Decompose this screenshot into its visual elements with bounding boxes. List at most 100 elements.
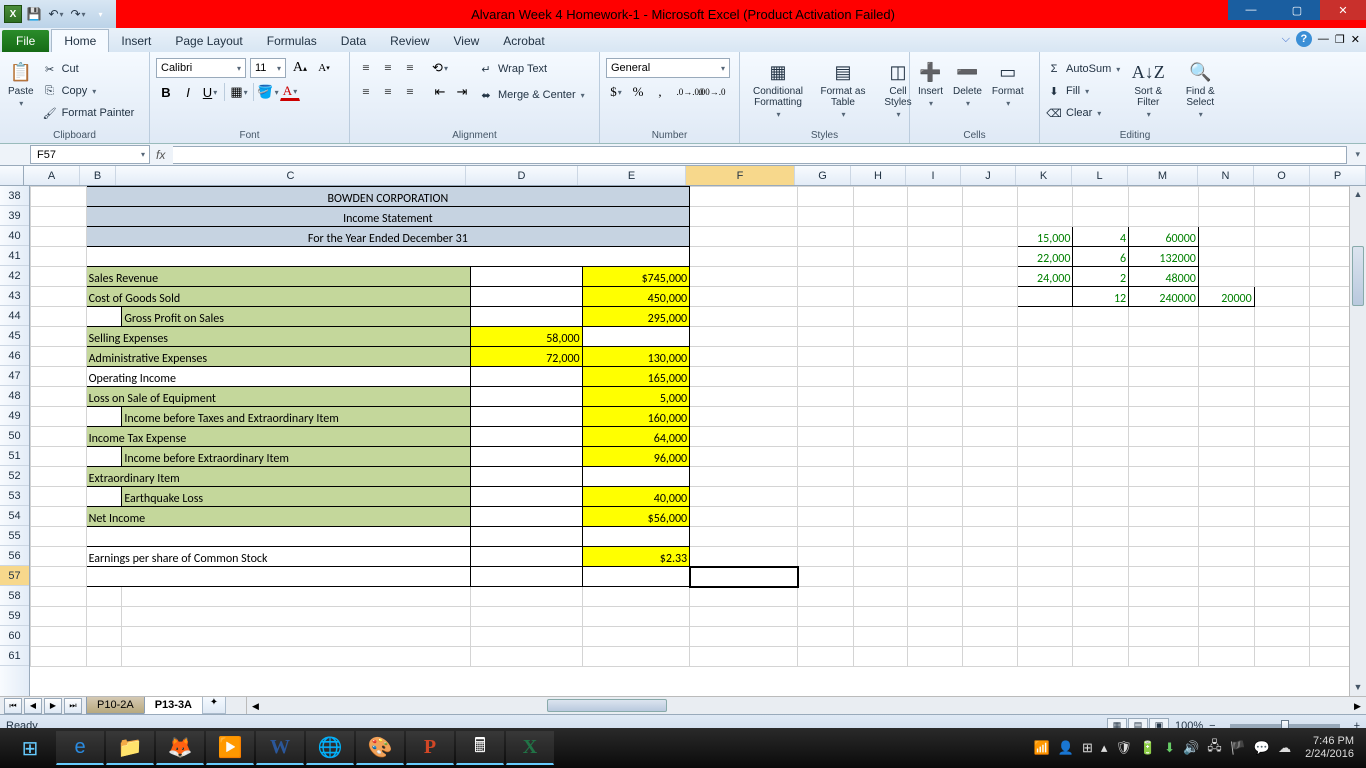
cell-N59[interactable] <box>1198 607 1254 627</box>
cell-H45[interactable] <box>853 327 908 347</box>
cell-G41[interactable] <box>798 247 854 267</box>
copy-button[interactable]: ⎘Copy▾ <box>42 80 135 102</box>
row-header-54[interactable]: 54 <box>0 506 29 526</box>
cell-G48[interactable] <box>798 387 854 407</box>
cell-J59[interactable] <box>963 607 1018 627</box>
cell-O42[interactable] <box>1254 267 1310 287</box>
cell-I44[interactable] <box>908 307 963 327</box>
cell-H42[interactable] <box>853 267 908 287</box>
cell-J45[interactable] <box>963 327 1018 347</box>
decrease-decimal-icon[interactable]: .00→.0 <box>702 82 722 102</box>
help-icon[interactable]: ? <box>1296 31 1312 47</box>
file-tab[interactable]: File <box>2 30 49 52</box>
horizontal-scrollbar[interactable]: ◀ ▶ <box>246 697 1366 714</box>
cell-D49[interactable] <box>471 407 582 427</box>
qat-customize-icon[interactable]: ▾ <box>90 4 110 24</box>
comma-format-icon[interactable]: , <box>650 82 670 102</box>
cell-A39[interactable] <box>31 207 87 227</box>
cell-M43[interactable]: 240000 <box>1129 287 1199 307</box>
cell-I51[interactable] <box>908 447 963 467</box>
sheet-prev-icon[interactable]: ◀ <box>24 698 42 714</box>
cell-F57[interactable] <box>690 567 798 587</box>
col-header-M[interactable]: M <box>1128 166 1198 185</box>
cell-E51[interactable]: 96,000 <box>582 447 690 467</box>
cell-N38[interactable] <box>1198 187 1254 207</box>
cell-K51[interactable] <box>1017 447 1073 467</box>
cell-D45[interactable]: 58,000 <box>471 327 582 347</box>
cell-J60[interactable] <box>963 627 1018 647</box>
cell-M52[interactable] <box>1129 467 1199 487</box>
cell-O61[interactable] <box>1254 647 1310 667</box>
cell-L47[interactable] <box>1073 367 1129 387</box>
taskbar-paint-icon[interactable]: 🎨 <box>356 731 404 765</box>
cell-E61[interactable] <box>582 647 690 667</box>
cell-A41[interactable] <box>31 247 87 267</box>
cell-G54[interactable] <box>798 507 854 527</box>
row-header-58[interactable]: 58 <box>0 586 29 606</box>
cell-D53[interactable] <box>471 487 582 507</box>
row-header-49[interactable]: 49 <box>0 406 29 426</box>
align-middle-icon[interactable]: ≡ <box>378 58 398 78</box>
cell-G53[interactable] <box>798 487 854 507</box>
expand-formula-bar-icon[interactable]: ▾ <box>1355 149 1360 160</box>
cell-E44[interactable]: 295,000 <box>582 307 690 327</box>
cell-N39[interactable] <box>1198 207 1254 227</box>
cell-G52[interactable] <box>798 467 854 487</box>
cell-B60[interactable] <box>86 627 122 647</box>
cell-A38[interactable] <box>31 187 87 207</box>
cell-B55[interactable] <box>86 527 471 547</box>
cell-O48[interactable] <box>1254 387 1310 407</box>
cell-L49[interactable] <box>1073 407 1129 427</box>
sort-filter-button[interactable]: A↓ZSort & Filter▾ <box>1126 58 1170 121</box>
row-header-59[interactable]: 59 <box>0 606 29 626</box>
cell-K57[interactable] <box>1017 567 1073 587</box>
cell-F60[interactable] <box>690 627 798 647</box>
tray-shield-icon[interactable]: 🛡 <box>1115 740 1132 756</box>
cell-O44[interactable] <box>1254 307 1310 327</box>
cell-E52[interactable] <box>582 467 690 487</box>
align-right-icon[interactable]: ≡ <box>400 82 420 102</box>
cell-D55[interactable] <box>471 527 582 547</box>
cell-I47[interactable] <box>908 367 963 387</box>
cell-I42[interactable] <box>908 267 963 287</box>
cell-A48[interactable] <box>31 387 87 407</box>
cell-I46[interactable] <box>908 347 963 367</box>
cell-H57[interactable] <box>853 567 908 587</box>
cell-K44[interactable] <box>1017 307 1073 327</box>
cell-M60[interactable] <box>1129 627 1199 647</box>
cell-E54[interactable]: $56,000 <box>582 507 690 527</box>
cell-N61[interactable] <box>1198 647 1254 667</box>
redo-icon[interactable]: ↷▾ <box>68 4 88 24</box>
cell-M58[interactable] <box>1129 587 1199 607</box>
tray-chevron-icon[interactable]: ▴ <box>1101 740 1108 756</box>
cell-M40[interactable]: 60000 <box>1129 227 1199 247</box>
cell-L55[interactable] <box>1073 527 1129 547</box>
cell-O59[interactable] <box>1254 607 1310 627</box>
cell-H48[interactable] <box>853 387 908 407</box>
cell-G55[interactable] <box>798 527 854 547</box>
col-header-O[interactable]: O <box>1254 166 1310 185</box>
cell-K60[interactable] <box>1017 627 1073 647</box>
cell-M38[interactable] <box>1129 187 1199 207</box>
taskbar-explorer-icon[interactable]: 📁 <box>106 731 154 765</box>
cell-D56[interactable] <box>471 547 582 567</box>
cell-J61[interactable] <box>963 647 1018 667</box>
cell-A58[interactable] <box>31 587 87 607</box>
cell-L56[interactable] <box>1073 547 1129 567</box>
cell-M54[interactable] <box>1129 507 1199 527</box>
number-format-dropdown[interactable]: General▾ <box>606 58 730 78</box>
cell-J55[interactable] <box>963 527 1018 547</box>
sheet-tab-p13-3a[interactable]: P13-3A <box>144 697 203 714</box>
row-header-47[interactable]: 47 <box>0 366 29 386</box>
cell-D50[interactable] <box>471 427 582 447</box>
cell-H60[interactable] <box>853 627 908 647</box>
cell-E46[interactable]: 130,000 <box>582 347 690 367</box>
cell-J40[interactable] <box>963 227 1018 247</box>
cell-G39[interactable] <box>798 207 854 227</box>
row-header-51[interactable]: 51 <box>0 446 29 466</box>
clear-button[interactable]: ⌫Clear▾ <box>1046 102 1120 124</box>
decrease-indent-icon[interactable]: ⇤ <box>430 82 450 102</box>
cell-J56[interactable] <box>963 547 1018 567</box>
cell-I49[interactable] <box>908 407 963 427</box>
col-header-D[interactable]: D <box>466 166 578 185</box>
